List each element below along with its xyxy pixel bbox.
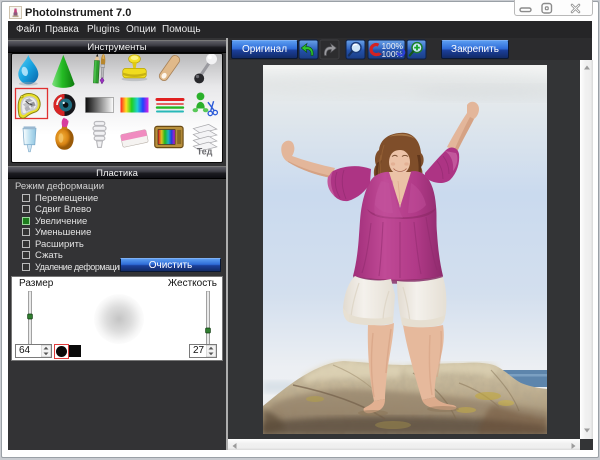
svg-text:100%: 100% bbox=[382, 49, 404, 59]
svg-text:Тед: Тед bbox=[197, 147, 213, 157]
